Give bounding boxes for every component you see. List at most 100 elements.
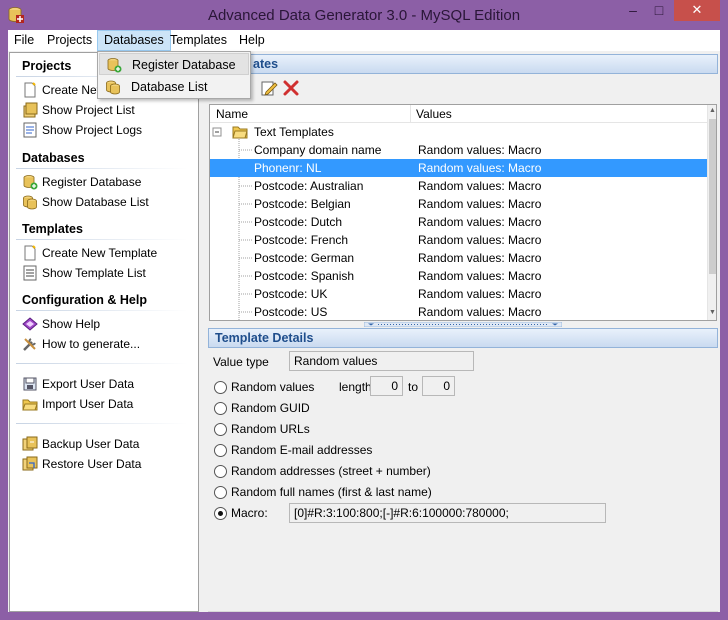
row-name: Postcode: UK — [254, 287, 328, 301]
scroll-up-arrow-icon[interactable]: ▲ — [708, 107, 716, 114]
export-icon — [23, 377, 37, 391]
sidebar-header-configuration-help: Configuration & Help — [22, 293, 147, 307]
vertical-splitter[interactable] — [199, 52, 207, 612]
sidebar-item-label: Show Help — [42, 317, 101, 331]
column-divider[interactable] — [410, 105, 411, 123]
sidebar-item-export-user-data[interactable]: Export User Data — [22, 375, 134, 393]
sidebar-item-restore-user-data[interactable]: Restore User Data — [22, 455, 141, 473]
sidebar-item-import-user-data[interactable]: Import User Data — [22, 395, 133, 413]
table-row[interactable]: Postcode: French Random values: Macro — [210, 231, 707, 249]
delete-icon[interactable] — [282, 79, 300, 97]
sidebar-item-label: Import User Data — [42, 397, 134, 411]
backup-icon — [22, 436, 38, 451]
restore-icon — [22, 456, 38, 471]
edit-icon[interactable] — [260, 79, 278, 97]
sidebar-item-register-database[interactable]: Register Database — [22, 173, 141, 191]
new-template-icon — [24, 245, 36, 261]
row-name: Postcode: Spanish — [254, 269, 355, 283]
radio-label: Random URLs — [231, 422, 310, 436]
column-header-values[interactable]: Values — [416, 107, 452, 121]
sidebar-item-label: How to generate... — [42, 337, 141, 351]
menu-databases[interactable]: Databases — [97, 30, 171, 51]
maximize-button[interactable]: □ — [646, 0, 672, 21]
row-value: Random values: Macro — [418, 287, 542, 301]
column-header-name[interactable]: Name — [216, 107, 248, 121]
project-logs-icon — [23, 122, 37, 138]
length-label: length — [339, 380, 372, 394]
radio-random-guid[interactable] — [214, 402, 227, 415]
sidebar-item-backup-user-data[interactable]: Backup User Data — [22, 435, 139, 453]
templates-header: ates — [208, 54, 718, 74]
sidebar-item-create-new[interactable]: Create New — [22, 81, 105, 99]
tree-root-row[interactable]: Text Templates — [210, 123, 707, 141]
database-list-icon — [106, 80, 120, 95]
sidebar-item-show-project-logs[interactable]: Show Project Logs — [22, 121, 142, 139]
table-row[interactable]: Postcode: Belgian Random values: Macro — [210, 195, 707, 213]
menu-help[interactable]: Help — [233, 30, 271, 51]
row-value: Random values: Macro — [418, 215, 542, 229]
radio-label: Random GUID — [231, 401, 310, 415]
menu-projects[interactable]: Projects — [41, 30, 98, 51]
menu-item-register-database[interactable]: Register Database — [99, 53, 249, 75]
radio-random-full-names[interactable] — [214, 486, 227, 499]
sidebar-header-projects: Projects — [22, 59, 72, 73]
sidebar-item-label: Backup User Data — [42, 437, 140, 451]
sidebar-item-label: Show Project List — [42, 103, 135, 117]
length-from-input[interactable]: 0 — [370, 376, 403, 396]
horizontal-splitter[interactable] — [364, 322, 562, 327]
radio-random-values[interactable] — [214, 381, 227, 394]
row-name: Postcode: Australian — [254, 179, 364, 193]
row-value: Random values: Macro — [418, 305, 542, 319]
macro-input[interactable]: [0]#R:3:100:800;[-]#R:6:100000:780000; — [289, 503, 606, 523]
tree-scrollbar[interactable]: ▲ ▼ — [707, 105, 716, 320]
radio-label: Macro: — [231, 506, 268, 520]
sidebar-item-label: Show Database List — [42, 195, 149, 209]
sidebar-item-how-to-generate[interactable]: How to generate... — [22, 335, 140, 353]
table-row[interactable]: Company domain name Random values: Macro — [210, 141, 707, 159]
radio-random-addresses[interactable] — [214, 465, 227, 478]
menu-file[interactable]: File — [8, 30, 40, 51]
table-row[interactable]: Postcode: US Random values: Macro — [210, 303, 707, 320]
template-details: Value type Random values Random values l… — [208, 350, 718, 612]
menu-templates[interactable]: Templates — [164, 30, 233, 51]
table-row-selected[interactable]: Phonenr: NL Random values: Macro — [210, 159, 707, 177]
sidebar-item-show-help[interactable]: Show Help — [22, 315, 100, 333]
table-row[interactable]: Postcode: UK Random values: Macro — [210, 285, 707, 303]
database-list-icon — [23, 195, 37, 210]
sidebar-item-create-new-template[interactable]: Create New Template — [22, 244, 157, 262]
template-details-header: Template Details — [208, 328, 718, 348]
register-database-icon — [107, 58, 122, 73]
length-to-input[interactable]: 0 — [422, 376, 455, 396]
menu-item-database-list[interactable]: Database List — [99, 76, 249, 98]
scroll-down-arrow-icon[interactable]: ▼ — [708, 309, 716, 316]
radio-macro[interactable] — [214, 507, 227, 520]
divider — [16, 310, 188, 311]
row-name: Phonenr: NL — [254, 161, 322, 175]
scroll-thumb[interactable] — [709, 119, 716, 274]
tree-root-label: Text Templates — [254, 125, 334, 139]
sidebar-item-show-database-list[interactable]: Show Database List — [22, 193, 149, 211]
menu-bar: File Projects Databases Templates Help — [8, 30, 720, 51]
table-row[interactable]: Postcode: Spanish Random values: Macro — [210, 267, 707, 285]
divider — [208, 611, 718, 612]
sidebar-item-show-template-list[interactable]: Show Template List — [22, 264, 146, 282]
close-button[interactable]: ✕ — [674, 0, 720, 21]
tools-icon — [23, 338, 36, 351]
table-row[interactable]: Postcode: Dutch Random values: Macro — [210, 213, 707, 231]
sidebar-item-label: Show Project Logs — [42, 123, 143, 137]
main-panel: ates Name Values Text Templates Company … — [208, 52, 718, 612]
row-value: Random values: Macro — [418, 233, 542, 247]
new-project-icon — [24, 82, 36, 98]
table-row[interactable]: Postcode: German Random values: Macro — [210, 249, 707, 267]
sidebar-item-label: Export User Data — [42, 377, 135, 391]
radio-random-email[interactable] — [214, 444, 227, 457]
row-value: Random values: Macro — [418, 161, 542, 175]
sidebar-item-show-project-list[interactable]: Show Project List — [22, 101, 135, 119]
template-list-icon — [23, 265, 37, 281]
radio-label: Random E-mail addresses — [231, 443, 373, 457]
table-row[interactable]: Postcode: Australian Random values: Macr… — [210, 177, 707, 195]
radio-random-urls[interactable] — [214, 423, 227, 436]
minimize-button[interactable]: – — [620, 0, 646, 21]
row-value: Random values: Macro — [418, 143, 542, 157]
sidebar-item-label: Create New Template — [42, 246, 158, 260]
